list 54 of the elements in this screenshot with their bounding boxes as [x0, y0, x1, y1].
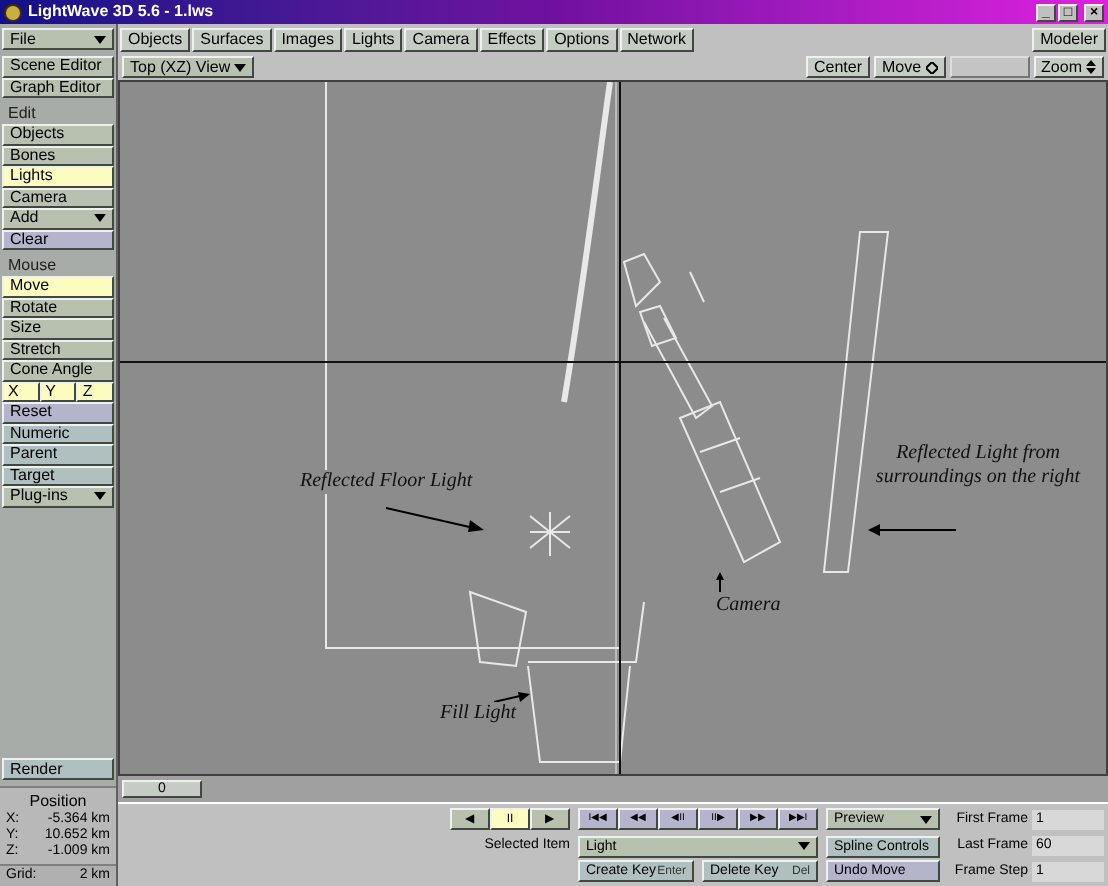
viewport-button[interactable]: Zoom	[1033, 56, 1104, 78]
sidebar-button[interactable]: Rotate	[2, 297, 114, 318]
caret-icon	[94, 35, 106, 43]
sidebar-button[interactable]: Stretch	[2, 339, 114, 360]
axis-toggle[interactable]: Z	[76, 381, 115, 402]
menu-tab[interactable]: Effects	[479, 27, 545, 51]
sidebar-button[interactable]: Lights	[2, 166, 114, 187]
axis-toggle[interactable]: X	[2, 381, 40, 402]
diamond-icon	[925, 61, 938, 73]
annotation-label: Fill Light	[440, 702, 517, 726]
file-dropdown[interactable]: File	[2, 28, 114, 50]
menu-tab[interactable]: Camera	[404, 27, 478, 51]
sidebar-button[interactable]: Clear	[2, 229, 114, 250]
render-button[interactable]: Render	[2, 758, 114, 780]
viewport-button[interactable]: Center	[805, 56, 870, 78]
section-label: Edit	[6, 102, 38, 124]
sidebar-button[interactable]: Move	[2, 276, 114, 297]
camera-arrow	[716, 572, 724, 592]
light-arrow	[868, 524, 956, 536]
menu-tab[interactable]: Lights	[343, 27, 403, 51]
view-dropdown[interactable]: Top (XZ) View	[122, 56, 254, 78]
up-down-icon	[1086, 60, 1096, 74]
position-title: Position	[27, 792, 89, 812]
annotation-label: Reflected Floor Light	[300, 470, 473, 494]
sidebar-button[interactable]: Camera	[2, 187, 114, 208]
caret-icon	[234, 63, 246, 71]
sidebar-button[interactable]: Numeric	[2, 423, 114, 444]
app-logo-icon	[4, 3, 22, 21]
fill-light-arrow	[494, 692, 530, 704]
sidebar-dropdown[interactable]: Plug-ins	[2, 486, 114, 507]
sidebar-button[interactable]: Cone Angle	[2, 360, 114, 381]
menu-tab[interactable]: Options	[546, 27, 618, 51]
sidebar-button[interactable]: Reset	[2, 402, 114, 423]
caret-icon	[798, 842, 810, 850]
sidebar-button[interactable]: Target	[2, 465, 114, 486]
menu-tab[interactable]: Images	[273, 27, 342, 51]
caret-icon	[94, 214, 106, 223]
window-title: LightWave 3D 5.6 - 1.lws	[28, 4, 214, 20]
sidebar-button[interactable]: Bones	[2, 145, 114, 166]
sidebar-button[interactable]: Objects	[2, 124, 114, 145]
menu-tab[interactable]: Surfaces	[192, 27, 272, 51]
viewport-button[interactable]: Move	[873, 56, 946, 78]
sidebar-button[interactable]: Parent	[2, 444, 114, 465]
sidebar-button[interactable]: Size	[2, 318, 114, 339]
menu-tab[interactable]: Network	[619, 27, 694, 51]
modeler-button[interactable]: Modeler	[1032, 27, 1106, 51]
sidebar-button[interactable]: Scene Editor	[2, 56, 114, 77]
caret-icon	[920, 815, 932, 823]
caret-icon	[94, 492, 106, 501]
section-label: Mouse	[6, 254, 59, 276]
floor-light-arrow	[386, 506, 486, 534]
sidebar-dropdown[interactable]: Add	[2, 208, 114, 229]
menu-tab[interactable]: Objects	[120, 27, 191, 51]
sidebar-button[interactable]: Graph Editor	[2, 77, 114, 98]
